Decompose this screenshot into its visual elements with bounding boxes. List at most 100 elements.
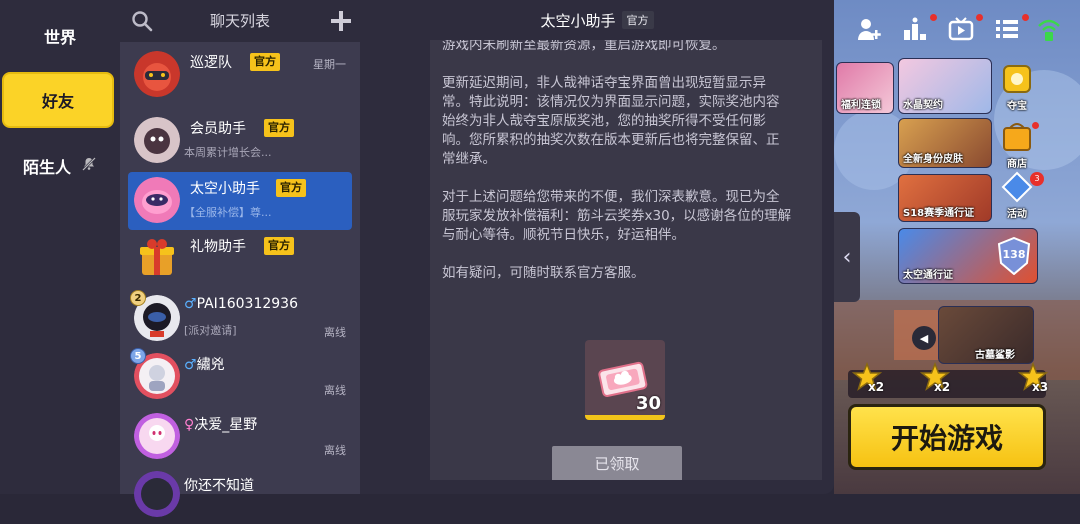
- crystal-contract-tile[interactable]: 水晶契约: [898, 58, 992, 114]
- chat-item-nihaibuzhidao[interactable]: 你还不知道: [128, 466, 352, 524]
- treasure-button[interactable]: 夺宝: [996, 62, 1038, 112]
- official-badge: 官方: [621, 11, 654, 29]
- chevron-left-icon: ‹: [842, 244, 852, 270]
- female-gender-icon: ♀: [184, 417, 195, 433]
- network-signal-icon: [1036, 16, 1062, 42]
- category-friends[interactable]: 好友: [2, 72, 114, 128]
- events-count-badge: 3: [1030, 172, 1044, 186]
- chat-name: 会员助手: [190, 121, 246, 137]
- chat-item-pai[interactable]: 2 ♂PAI160312936 [派对邀请] 离线: [128, 290, 352, 348]
- notification-dot: [1032, 122, 1039, 129]
- chat-name-text: 决爱_星野: [194, 417, 258, 433]
- side-label: 夺宝: [1007, 101, 1027, 112]
- tv-icon[interactable]: [948, 16, 974, 42]
- online-status: 离线: [324, 444, 346, 457]
- leaderboard-icon[interactable]: [902, 16, 928, 42]
- male-gender-icon: ♂: [184, 357, 197, 373]
- chat-item-xiuxiong[interactable]: 5 ♂繡兇 离线: [128, 348, 352, 406]
- chat-name-text: 繡兇: [196, 357, 225, 373]
- chat-time: 星期一: [313, 58, 346, 71]
- add-chat-icon[interactable]: [328, 8, 354, 34]
- start-game-button[interactable]: 开始游戏: [848, 404, 1046, 470]
- chat-panel-header: 太空小助手 官方: [360, 0, 834, 40]
- menu-list-icon[interactable]: [994, 16, 1020, 42]
- category-strangers[interactable]: 陌生人: [0, 138, 120, 194]
- star-count: x3: [1032, 380, 1049, 394]
- message-paragraph: 如有疑问，可随时联系官方客服。: [442, 265, 645, 281]
- official-badge: 官方: [276, 179, 306, 197]
- chat-item-jueai[interactable]: ♀决爱_星野 离线: [128, 408, 352, 466]
- side-label: 商店: [1007, 159, 1027, 170]
- tile-label: 全新身份皮肤: [903, 154, 963, 165]
- chat-title: 太空小助手: [540, 11, 616, 30]
- chat-name: 你还不知道: [184, 478, 254, 494]
- pass-level-shield: 138: [997, 236, 1031, 276]
- season-pass-tile[interactable]: S18赛季通行证: [898, 174, 992, 222]
- online-status: 离线: [324, 384, 346, 397]
- notification-dot: [976, 14, 983, 21]
- start-game-label: 开始游戏: [890, 422, 1003, 455]
- welfare-chain-tile[interactable]: 福利连锁: [836, 62, 894, 114]
- chat-item-patrol[interactable]: 巡逻队 官方 星期一: [128, 46, 352, 104]
- chat-name: 太空小助手: [190, 181, 260, 197]
- chat-list: 聊天列表 巡逻队 官方 星期一 会员助手 官方 本周累计增长会... 太空小助手…: [120, 0, 360, 517]
- collapse-panel-button[interactable]: ‹: [834, 212, 860, 302]
- category-strangers-label: 陌生人: [22, 158, 71, 177]
- notification-dot: [1022, 14, 1029, 21]
- star-count: x2: [934, 380, 951, 394]
- space-pass-tile[interactable]: 太空通行证 138: [898, 228, 1038, 284]
- chat-list-title: 聊天列表: [209, 12, 270, 30]
- chat-name: ♂PAI160312936: [184, 296, 298, 312]
- category-column: 世界 好友 陌生人: [0, 0, 120, 494]
- notification-dot: [930, 14, 937, 21]
- chat-panel: 太空小助手 官方 游戏内未刷新至最新资源，重启游戏即可恢复。 更新延迟期间，非人…: [360, 0, 834, 494]
- avatar: [134, 471, 180, 517]
- chat-name: ♀决爱_星野: [184, 414, 257, 434]
- level-badge: 2: [130, 290, 146, 306]
- tile-label: 水晶契约: [903, 100, 943, 111]
- avatar: [134, 51, 180, 97]
- claimed-button[interactable]: 已领取: [552, 446, 682, 480]
- level-badge: 5: [130, 348, 146, 364]
- tile-label: 古墓鲨影: [975, 350, 1015, 361]
- reward-count: 30: [635, 393, 661, 414]
- chat-name: 巡逻队: [190, 55, 232, 71]
- message-paragraph: 更新延迟期间，非人哉神话夺宝界面曾出现短暂显示异常。特此说明：该情况仅为界面显示…: [442, 75, 780, 167]
- avatar: [134, 235, 180, 281]
- official-badge: 官方: [264, 237, 294, 255]
- message-paragraph: 对于上述问题给您带来的不便，我们深表歉意。现已为全服玩家发放补偿福利：筋斗云奖券…: [442, 189, 792, 243]
- new-skin-tile[interactable]: 全新身份皮肤: [898, 118, 992, 168]
- message-paragraph: 游戏内未刷新至最新资源，重启游戏即可恢复。: [442, 40, 726, 53]
- chat-item-gift-assistant[interactable]: 礼物助手 官方: [128, 230, 352, 288]
- message-area[interactable]: 游戏内未刷新至最新资源，重启游戏即可恢复。 更新延迟期间，非人哉神话夺宝界面曾出…: [430, 40, 822, 480]
- tomb-shark-tile[interactable]: 古墓鲨影: [938, 306, 1034, 364]
- chat-name: 礼物助手: [190, 239, 246, 255]
- official-badge: 官方: [250, 53, 280, 71]
- search-icon[interactable]: [130, 9, 154, 33]
- message-text: 游戏内未刷新至最新资源，重启游戏即可恢复。 更新延迟期间，非人哉神话夺宝界面曾出…: [442, 40, 792, 302]
- male-gender-icon: ♂: [184, 296, 197, 312]
- chat-name: ♂繡兇: [184, 354, 225, 374]
- chat-name-text: PAI160312936: [196, 296, 298, 312]
- tile-label: 太空通行证: [903, 270, 953, 281]
- avatar: [134, 117, 180, 163]
- play-prev-icon[interactable]: ◀: [912, 326, 936, 350]
- add-friend-icon[interactable]: [856, 16, 882, 42]
- star-count: x2: [868, 380, 885, 394]
- reward-bar: [585, 415, 665, 420]
- reward-ticket-item[interactable]: 30: [585, 340, 665, 420]
- category-world[interactable]: 世界: [0, 8, 120, 64]
- chat-preview: 【全服补偿】尊...: [184, 206, 272, 219]
- official-badge: 官方: [264, 119, 294, 137]
- chat-preview: [派对邀请]: [184, 324, 237, 337]
- chat-item-space-assistant[interactable]: 太空小助手 官方 【全服补偿】尊...: [128, 172, 352, 230]
- online-status: 离线: [324, 326, 346, 339]
- chat-preview: 本周累计增长会...: [184, 146, 272, 159]
- chat-list-header: 聊天列表: [120, 0, 360, 42]
- avatar: [134, 413, 180, 459]
- mute-bell-icon: [81, 156, 97, 176]
- side-label: 活动: [1007, 209, 1027, 220]
- chat-item-vip-assistant[interactable]: 会员助手 官方 本周累计增长会...: [128, 112, 352, 170]
- category-world-label: 世界: [43, 28, 76, 47]
- tile-label: 福利连锁: [841, 100, 881, 111]
